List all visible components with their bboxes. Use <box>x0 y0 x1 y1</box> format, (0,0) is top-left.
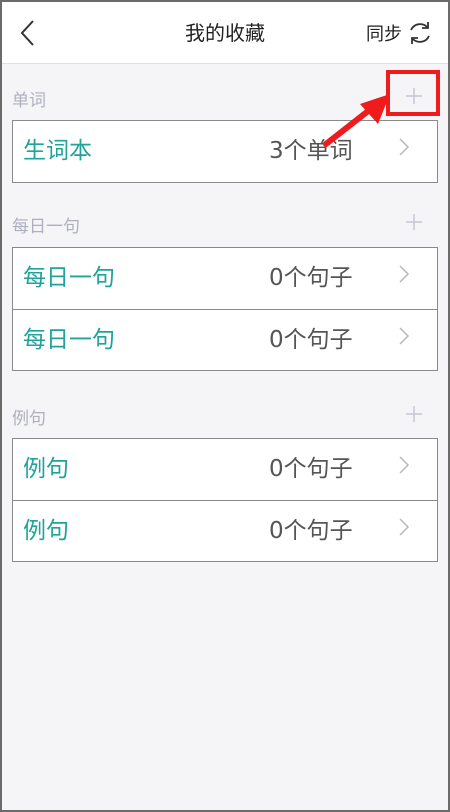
row-count: 0个句子 <box>269 518 353 544</box>
list-item[interactable]: 每日一句 0个句子 <box>13 309 437 370</box>
section-header-examples: 例句 <box>12 394 438 434</box>
refresh-icon <box>410 22 430 44</box>
list-item[interactable]: 例句 0个句子 <box>13 439 437 500</box>
section-title: 每日一句 <box>12 217 80 237</box>
row-name: 生词本 <box>23 138 92 164</box>
chevron-right-icon <box>399 518 410 536</box>
row-count: 0个句子 <box>269 456 353 482</box>
add-daily-sentence-button[interactable] <box>400 208 428 236</box>
section-title: 单词 <box>12 91 46 111</box>
row-count: 0个句子 <box>269 327 353 353</box>
list-item[interactable]: 每日一句 0个句子 <box>13 248 437 309</box>
list-item[interactable]: 例句 0个句子 <box>13 500 437 561</box>
nav-bar: 我的收藏 同步 <box>2 2 448 64</box>
row-count: 3个单词 <box>269 138 353 164</box>
daily-sentence-list: 每日一句 0个句子 每日一句 0个句子 <box>12 247 438 371</box>
chevron-left-icon <box>20 20 34 46</box>
add-examples-button[interactable] <box>400 400 428 428</box>
chevron-right-icon <box>399 327 410 345</box>
list-item[interactable]: 生词本 3个单词 <box>13 121 437 182</box>
section-header-daily-sentence: 每日一句 <box>12 202 438 242</box>
row-name: 每日一句 <box>23 265 115 291</box>
row-name: 例句 <box>23 518 69 544</box>
section-title: 例句 <box>12 409 46 429</box>
back-button[interactable] <box>12 16 42 50</box>
row-name: 每日一句 <box>23 327 115 353</box>
plus-icon <box>406 88 422 104</box>
words-list: 生词本 3个单词 <box>12 120 438 183</box>
plus-icon <box>406 214 422 230</box>
section-header-words: 单词 <box>12 76 438 116</box>
add-words-button[interactable] <box>400 82 428 110</box>
chevron-right-icon <box>399 138 410 156</box>
chevron-right-icon <box>399 265 410 283</box>
examples-list: 例句 0个句子 例句 0个句子 <box>12 438 438 562</box>
plus-icon <box>406 406 422 422</box>
row-name: 例句 <box>23 456 69 482</box>
sync-button[interactable]: 同步 <box>366 16 434 50</box>
app-screen: 我的收藏 同步 单词 生词本 3个单词 每日一句 每日一句 0个句子 每日一句 … <box>0 0 450 812</box>
sync-label: 同步 <box>366 24 402 45</box>
row-count: 0个句子 <box>269 265 353 291</box>
chevron-right-icon <box>399 456 410 474</box>
